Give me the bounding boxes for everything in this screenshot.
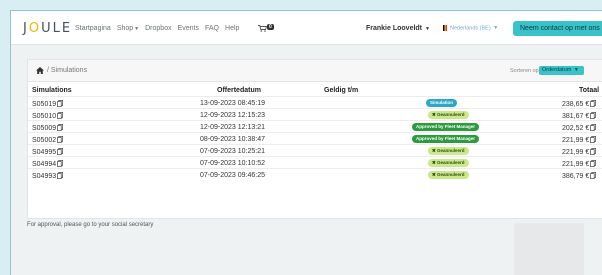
simulation-id[interactable]: S05010 (32, 112, 64, 120)
sort-label: Sorteren op: (510, 68, 541, 74)
offer-date: 12-09-2023 12:13:21 (200, 124, 265, 131)
joule-logo[interactable]: JOULE (23, 21, 72, 36)
language-selector[interactable]: Nederlands (BE) ▼ (443, 25, 498, 31)
language-label: Nederlands (BE) (450, 25, 491, 32)
copy-icon[interactable] (590, 172, 597, 179)
logo-rest: ULE (41, 21, 73, 36)
belgium-flag-icon (443, 25, 447, 31)
row-total: 386,79 € (562, 172, 597, 180)
copy-icon[interactable] (590, 160, 597, 167)
caret-down-icon: ▼ (134, 26, 140, 32)
nav-faq[interactable]: FAQ (205, 25, 219, 32)
caret-down-icon: ▼ (573, 67, 579, 73)
cart-icon (258, 25, 268, 32)
copy-icon[interactable] (57, 100, 64, 107)
offer-date: 07-09-2023 10:25:21 (200, 148, 265, 155)
simulation-id[interactable]: S04993 (32, 172, 64, 180)
copy-icon[interactable] (590, 100, 597, 107)
row-total: 221,99 € (562, 136, 597, 144)
header-offertedatum[interactable]: Offertedatum (217, 87, 261, 94)
caret-down-icon: ▼ (493, 25, 499, 32)
cart-button[interactable]: 0 (258, 24, 274, 33)
row-total: 238,65 € (562, 100, 597, 108)
row-total-value: 386,79 € (562, 173, 590, 180)
row-total: 221,99 € (562, 160, 597, 168)
breadcrumb-current: / Simulations (47, 67, 88, 74)
cart-count-badge: 0 (267, 24, 274, 30)
simulation-id-text: S05010 (32, 113, 57, 120)
breadcrumb-label: Simulations (50, 67, 88, 74)
offer-date: 13-09-2023 08:45:19 (200, 100, 265, 107)
row-total: 381,67 € (562, 112, 597, 120)
copy-icon[interactable] (590, 136, 597, 143)
status-badge: ✖ Geannuleerd (428, 147, 469, 155)
offer-date: 12-09-2023 12:15:23 (200, 112, 265, 119)
copy-icon[interactable] (57, 172, 64, 179)
status-badge: ✖ Geannuleerd (428, 111, 469, 119)
app-frame: JOULE Startpagina Shop▼ Dropbox Events F… (10, 10, 602, 275)
row-total-value: 238,65 € (562, 101, 590, 108)
status-badge: ✖ Geannuleerd (428, 171, 469, 179)
simulation-id[interactable]: S04994 (32, 160, 64, 168)
caret-down-icon: ▼ (424, 26, 430, 32)
nav-dropbox[interactable]: Dropbox (145, 25, 171, 32)
simulation-id-text: S04994 (32, 161, 57, 168)
copy-icon[interactable] (57, 112, 64, 119)
row-total: 221,99 € (562, 148, 597, 156)
header-totaal[interactable]: Totaal (579, 87, 599, 94)
home-icon[interactable] (36, 67, 44, 74)
user-name: Frankie Looveldt (366, 25, 423, 32)
header-simulations[interactable]: Simulations (32, 87, 72, 94)
sort-select[interactable]: Orderdatum ▼ (539, 66, 584, 75)
row-total-value: 221,99 € (562, 161, 590, 168)
nav-shop-label: Shop (116, 25, 134, 32)
simulation-id-text: S05002 (32, 137, 57, 144)
copy-icon[interactable] (57, 160, 64, 167)
simulation-id[interactable]: S04995 (32, 148, 64, 156)
breadcrumb: / Simulations Sorteren op: Orderdatum ▼ (28, 60, 602, 82)
status-badge: ✖ Geannuleerd (428, 159, 469, 167)
top-navigation-bar: JOULE Startpagina Shop▼ Dropbox Events F… (11, 11, 602, 45)
simulation-id[interactable]: S05009 (32, 124, 64, 132)
row-total: 202,52 € (562, 124, 597, 132)
offer-date: 07-09-2023 10:10:52 (200, 160, 265, 167)
offer-date: 07-09-2023 09:46:25 (200, 172, 265, 179)
nav-help[interactable]: Help (225, 25, 239, 32)
simulation-id[interactable]: S05002 (32, 136, 64, 144)
status-badge: Approved by Fleet Manager (412, 135, 480, 143)
offer-date: 08-09-2023 10:38:47 (200, 136, 265, 143)
table-row[interactable]: S04993 07-09-2023 09:46:25 ✖ Geannuleerd 38… (28, 168, 602, 181)
contact-us-button[interactable]: Neem contact op met ons (513, 21, 602, 36)
simulations-panel: / Simulations Sorteren op: Orderdatum ▼ … (27, 59, 602, 219)
row-total-value: 221,99 € (562, 137, 590, 144)
copy-icon[interactable] (57, 136, 64, 143)
copy-icon[interactable] (590, 148, 597, 155)
status-badge: Approved by Fleet Manager (412, 123, 480, 131)
user-menu[interactable]: Frankie Looveldt ▼ (366, 25, 430, 32)
approval-note: For approval, please go to your social s… (27, 222, 154, 228)
copy-icon[interactable] (57, 148, 64, 155)
row-total-value: 221,99 € (562, 149, 590, 156)
nav-startpagina[interactable]: Startpagina (75, 25, 111, 32)
nav-shop[interactable]: Shop▼ (117, 25, 139, 32)
simulation-id-text: S05009 (32, 125, 57, 132)
main-nav: Startpagina Shop▼ Dropbox Events FAQ Hel… (75, 25, 239, 32)
status-badge: Simulation (426, 99, 458, 107)
row-total-value: 202,52 € (562, 125, 590, 132)
side-placeholder-block (514, 223, 584, 275)
simulation-id[interactable]: S05019 (32, 100, 64, 108)
simulation-id-text: S04993 (32, 173, 57, 180)
header-geldig[interactable]: Geldig t/m (324, 87, 358, 94)
sort-selected-value: Orderdatum (542, 67, 572, 73)
copy-icon[interactable] (57, 124, 64, 131)
simulation-id-text: S05019 (32, 101, 57, 108)
simulation-id-text: S04995 (32, 149, 57, 156)
copy-icon[interactable] (590, 124, 597, 131)
logo-o: O (28, 21, 42, 36)
copy-icon[interactable] (590, 112, 597, 119)
nav-events[interactable]: Events (178, 25, 199, 32)
row-total-value: 381,67 € (562, 113, 590, 120)
